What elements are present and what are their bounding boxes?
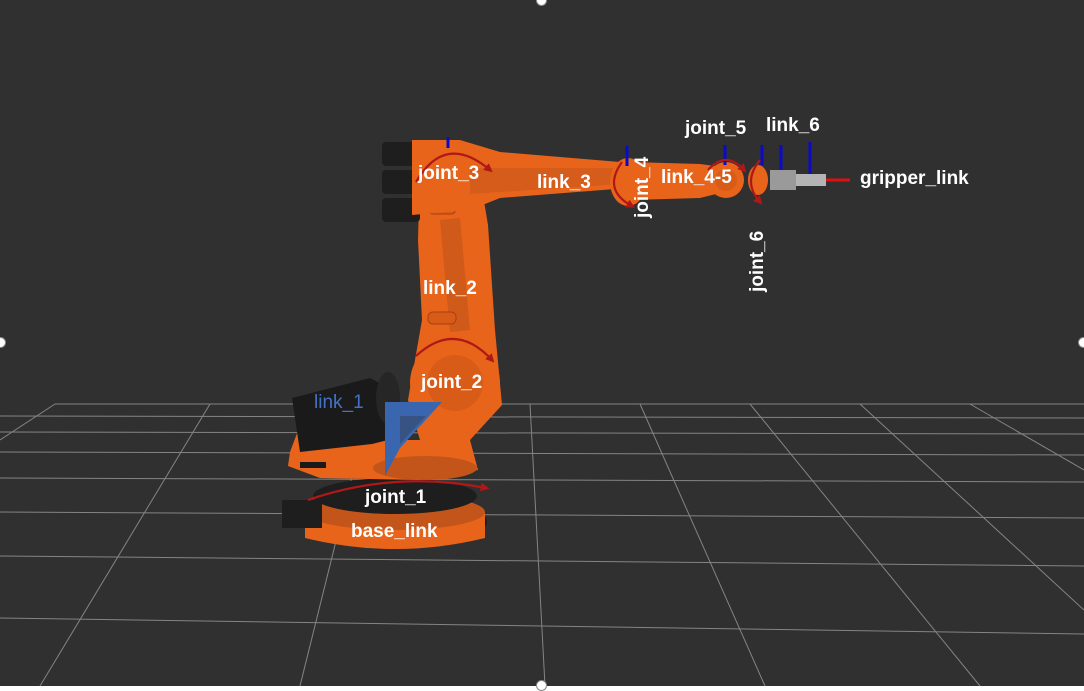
label-joint-6: joint_6: [747, 230, 768, 292]
viewport-background: [0, 0, 1084, 686]
label-link-3: link_3: [537, 172, 591, 193]
label-gripper-link: gripper_link: [860, 168, 969, 189]
label-base-link: base_link: [351, 521, 438, 542]
selection-handle-right[interactable]: [1078, 337, 1084, 348]
label-joint-2: joint_2: [421, 372, 483, 393]
label-link-6: link_6: [766, 115, 820, 136]
robot-scene: [0, 0, 1084, 686]
label-joint-4: joint_4: [632, 156, 653, 218]
label-link-4-5: link_4-5: [661, 167, 732, 188]
label-link-1: link_1: [314, 392, 364, 413]
label-joint-1: joint_1: [365, 487, 427, 508]
label-joint-5: joint_5: [685, 118, 747, 139]
label-link-2: link_2: [423, 278, 477, 299]
robot-diagram-canvas: base_link joint_1 link_1 joint_2 link_2 …: [0, 0, 1084, 691]
label-joint-3: joint_3: [418, 163, 480, 184]
